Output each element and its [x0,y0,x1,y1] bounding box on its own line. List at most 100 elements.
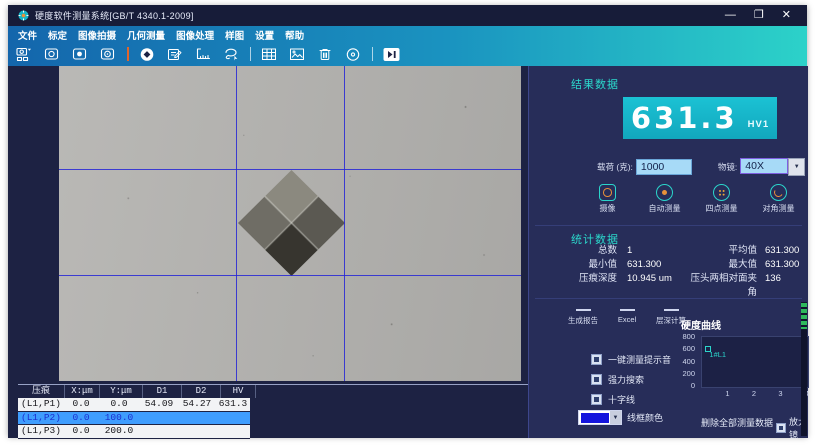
close-button[interactable]: ✕ [782,10,791,21]
chevron-down-icon[interactable] [788,158,805,176]
diagonal-measure-button[interactable]: 对角测量 [750,184,807,214]
menu-item[interactable]: 设置 [255,28,274,42]
disc-icon[interactable] [344,46,363,62]
indent-id: (L1,P3) [18,425,64,438]
checkbox-icon[interactable] [591,374,602,385]
capture-button[interactable]: 摄像 [579,184,636,214]
panel-scrollbar[interactable] [801,302,807,436]
checkbox-icon[interactable] [776,423,786,433]
measure-buttons: 摄像 自动测量 四点测量 对角测量 [579,184,807,214]
camera-capture-icon[interactable] [71,46,90,62]
menu-item[interactable]: 文件 [18,28,37,42]
load-input[interactable]: 1000 [636,159,692,175]
d1-value: 54.09 [140,398,178,411]
result-section-title: 结果数据 [571,76,619,92]
table-row[interactable]: (L1,P3) 0.0 200.0 [18,425,250,439]
stat-value: 631.300 [757,258,799,272]
camera-source-icon[interactable] [15,46,34,62]
x-axis-tick: 3 [778,389,782,398]
table-icon[interactable] [260,46,279,62]
four-point-icon [713,184,730,201]
table-header: 压痕 X:μm Y:μm D1 D2 HV [18,384,534,398]
d2-value: 54.27 [178,398,216,411]
objective-select[interactable]: 40X [740,158,805,176]
table-row[interactable]: (L1,P2) 0.0 100.0 [18,412,250,426]
parameter-row: 载荷 (克): 1000 物镜: 40X [597,158,805,176]
crosshair-vertical-line [236,66,237,381]
lasso-icon[interactable] [222,46,241,62]
stat-value: 136 [757,272,781,300]
d1-value [140,412,178,425]
report-icon [576,309,591,311]
indent-marker-icon[interactable] [138,46,157,62]
camera-icon[interactable] [43,46,62,62]
run-icon[interactable] [382,46,401,62]
checkbox-icon[interactable] [591,394,602,405]
maximize-button[interactable]: ❐ [754,10,764,21]
hv-value: 631.3 [216,398,250,411]
menu-item[interactable]: 帮助 [285,28,304,42]
menu-item[interactable]: 图像处理 [176,28,214,42]
beep-option[interactable]: 一键测量提示音 [591,353,671,366]
caliper-icon[interactable] [194,46,213,62]
col-indent: 压痕 [18,385,65,398]
excel-icon [620,309,635,311]
crosshair-horizontal-line [59,275,521,276]
minimize-button[interactable]: — [725,10,736,21]
menu-item[interactable]: 图像拍摄 [78,28,116,42]
stat-value: 10.945 um [617,272,687,300]
delete-all-data-button[interactable]: 删除全部测量数据 [701,416,773,429]
crosshair-option[interactable]: 十字线 [591,393,635,406]
menu-item[interactable]: 标定 [48,28,67,42]
objective-value: 40X [740,158,788,174]
x-value: 0.0 [64,398,98,411]
chevron-down-icon[interactable] [610,411,621,424]
image-icon[interactable] [288,46,307,62]
menu-item[interactable]: 样图 [225,28,244,42]
x-axis-tick: 1 [725,389,729,398]
line-color-select[interactable] [578,410,622,425]
title-bar: 硬度软件测量系统[GB/T 4340.1-2009] — ❐ ✕ [8,5,807,26]
stat-label: 总数 [529,244,617,258]
vickers-indentation [238,170,345,276]
stat-label: 最大值 [687,258,757,272]
y-value: 0.0 [98,398,140,411]
diagonal-measure-icon [770,184,787,201]
line-color-row: 线框颜色 [578,410,663,425]
strong-search-option[interactable]: 强力搜索 [591,373,644,386]
trash-icon[interactable] [316,46,335,62]
y-axis-tick: 0 [691,381,695,390]
four-point-measure-button[interactable]: 四点测量 [693,184,750,214]
load-label: 载荷 (克): [597,161,633,173]
checkbox-icon[interactable] [591,354,602,365]
app-icon [18,10,29,21]
camera-box-icon [599,184,616,201]
generate-report-button[interactable]: 生成报告 [565,309,601,326]
stat-label: 平均值 [687,244,757,258]
hardness-result-display: 631.3 HV1 [623,97,777,139]
x-value: 0.0 [64,425,98,438]
camera-settings-icon[interactable] [99,46,118,62]
menu-item[interactable]: 几何测量 [127,28,165,42]
y-axis-tick: 400 [682,357,695,366]
chart-title: 硬度曲线 [681,317,721,332]
table-row[interactable]: (L1,P1) 0.0 0.0 54.09 54.27 631.3 [18,398,250,412]
toolbar-separator [127,47,129,61]
col-x: X:μm [65,385,100,398]
hv-value [216,412,250,425]
toolbar-separator [250,47,251,61]
scrollbar-thumb[interactable] [801,303,807,329]
hv-value [216,425,250,438]
edit-icon[interactable] [166,46,185,62]
crosshair-horizontal-line [59,169,521,170]
result-panel: 结果数据 631.3 HV1 载荷 (克): 1000 物镜: 40X [528,66,808,438]
chart-y-axis: 0200400600800 [667,332,695,390]
stat-label: 压头两相对面夹角 [687,272,757,300]
col-d1: D1 [143,385,182,398]
indent-id: (L1,P2) [18,412,64,425]
x-value: 0.0 [64,412,98,425]
excel-export-button[interactable]: Excel [609,309,645,326]
microscope-image[interactable] [59,66,521,381]
screen: 硬度软件测量系统[GB/T 4340.1-2009] — ❐ ✕ 文件标定图像拍… [0,0,816,445]
auto-measure-button[interactable]: 自动测量 [636,184,693,214]
